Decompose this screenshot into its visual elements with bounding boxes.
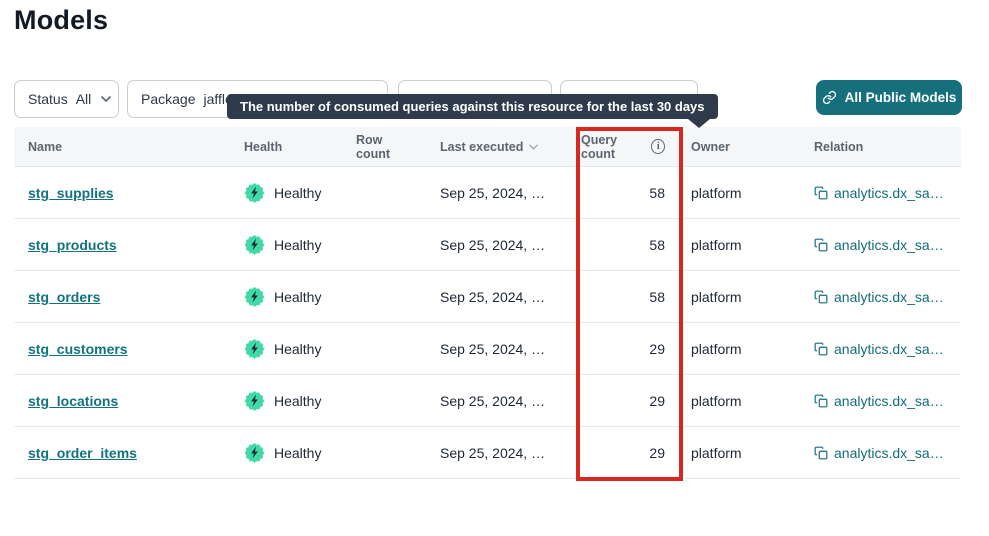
last-executed-value: Sep 25, 2024, … (431, 393, 581, 409)
status-filter-label: Status (28, 91, 68, 107)
copy-icon (814, 342, 828, 356)
column-header-relation[interactable]: Relation (800, 140, 961, 154)
owner-value: platform (677, 237, 800, 253)
model-name-link[interactable]: stg_supplies (28, 185, 114, 201)
relation-link[interactable]: analytics.dx_sand… (834, 289, 951, 305)
info-icon[interactable]: i (651, 139, 665, 154)
copy-icon (814, 446, 828, 460)
relation-link[interactable]: analytics.dx_sand… (834, 237, 951, 253)
health-seal-bolt-icon (244, 182, 265, 203)
owner-value: platform (677, 445, 800, 461)
health-seal-bolt-icon (244, 234, 265, 255)
table-row: stg_supplies Healthy Sep 25, 2024, … 58 … (14, 167, 961, 219)
owner-value: platform (677, 393, 800, 409)
health-seal-bolt-icon (244, 286, 265, 307)
last-executed-value: Sep 25, 2024, … (431, 289, 581, 305)
relation-link[interactable]: analytics.dx_sand… (834, 341, 951, 357)
chevron-down-icon (101, 96, 111, 102)
health-label: Healthy (274, 341, 321, 357)
model-name-link[interactable]: stg_customers (28, 341, 128, 357)
models-page: Models Status All Package jaffle_ All Pu… (0, 0, 989, 536)
tooltip-text: The number of consumed queries against t… (240, 99, 705, 114)
model-name-link[interactable]: stg_orders (28, 289, 100, 305)
column-header-last-executed[interactable]: Last executed (431, 140, 581, 154)
table-row: stg_orders Healthy Sep 25, 2024, … 58 pl… (14, 271, 961, 323)
column-header-owner[interactable]: Owner (677, 140, 800, 154)
health-seal-bolt-icon (244, 338, 265, 359)
health-label: Healthy (274, 289, 321, 305)
last-executed-value: Sep 25, 2024, … (431, 185, 581, 201)
all-public-models-label: All Public Models (845, 90, 957, 105)
relation-link[interactable]: analytics.dx_sand… (834, 445, 951, 461)
owner-value: platform (677, 289, 800, 305)
query-count-value: 29 (581, 341, 677, 357)
health-label: Healthy (274, 185, 321, 201)
tooltip-caret (688, 119, 710, 128)
copy-icon (814, 290, 828, 304)
column-header-health[interactable]: Health (230, 140, 356, 154)
query-count-value: 58 (581, 185, 677, 201)
page-title: Models (14, 5, 108, 36)
table-row: stg_order_items Healthy Sep 25, 2024, … … (14, 427, 961, 479)
status-filter-value: All (76, 91, 92, 107)
table-row: stg_customers Healthy Sep 25, 2024, … 29… (14, 323, 961, 375)
model-name-link[interactable]: stg_products (28, 237, 117, 253)
status-filter[interactable]: Status All (14, 80, 119, 118)
last-executed-value: Sep 25, 2024, … (431, 341, 581, 357)
models-table: Name Health Row count Last executed Quer… (14, 127, 961, 479)
copy-icon (814, 238, 828, 252)
package-filter-label: Package (141, 91, 195, 107)
query-count-value: 29 (581, 393, 677, 409)
table-row: stg_locations Healthy Sep 25, 2024, … 29… (14, 375, 961, 427)
model-name-link[interactable]: stg_order_items (28, 445, 137, 461)
copy-icon (814, 186, 828, 200)
column-header-name[interactable]: Name (14, 140, 230, 154)
query-count-tooltip: The number of consumed queries against t… (227, 94, 718, 119)
column-header-query-count[interactable]: Query count i (581, 133, 677, 161)
owner-value: platform (677, 185, 800, 201)
table-body: stg_supplies Healthy Sep 25, 2024, … 58 … (14, 167, 961, 479)
owner-value: platform (677, 341, 800, 357)
relation-link[interactable]: analytics.dx_sand… (834, 185, 951, 201)
query-count-value: 58 (581, 289, 677, 305)
model-name-link[interactable]: stg_locations (28, 393, 118, 409)
link-icon (822, 90, 837, 105)
relation-link[interactable]: analytics.dx_sand… (834, 393, 951, 409)
health-seal-bolt-icon (244, 442, 265, 463)
last-executed-value: Sep 25, 2024, … (431, 237, 581, 253)
health-seal-bolt-icon (244, 390, 265, 411)
table-header: Name Health Row count Last executed Quer… (14, 127, 961, 167)
query-count-value: 29 (581, 445, 677, 461)
health-label: Healthy (274, 445, 321, 461)
health-label: Healthy (274, 237, 321, 253)
table-row: stg_products Healthy Sep 25, 2024, … 58 … (14, 219, 961, 271)
last-executed-value: Sep 25, 2024, … (431, 445, 581, 461)
all-public-models-button[interactable]: All Public Models (816, 80, 962, 115)
sort-chevron-down-icon[interactable] (529, 144, 538, 150)
column-header-row-count[interactable]: Row count (356, 133, 431, 161)
query-count-value: 58 (581, 237, 677, 253)
health-label: Healthy (274, 393, 321, 409)
copy-icon (814, 394, 828, 408)
